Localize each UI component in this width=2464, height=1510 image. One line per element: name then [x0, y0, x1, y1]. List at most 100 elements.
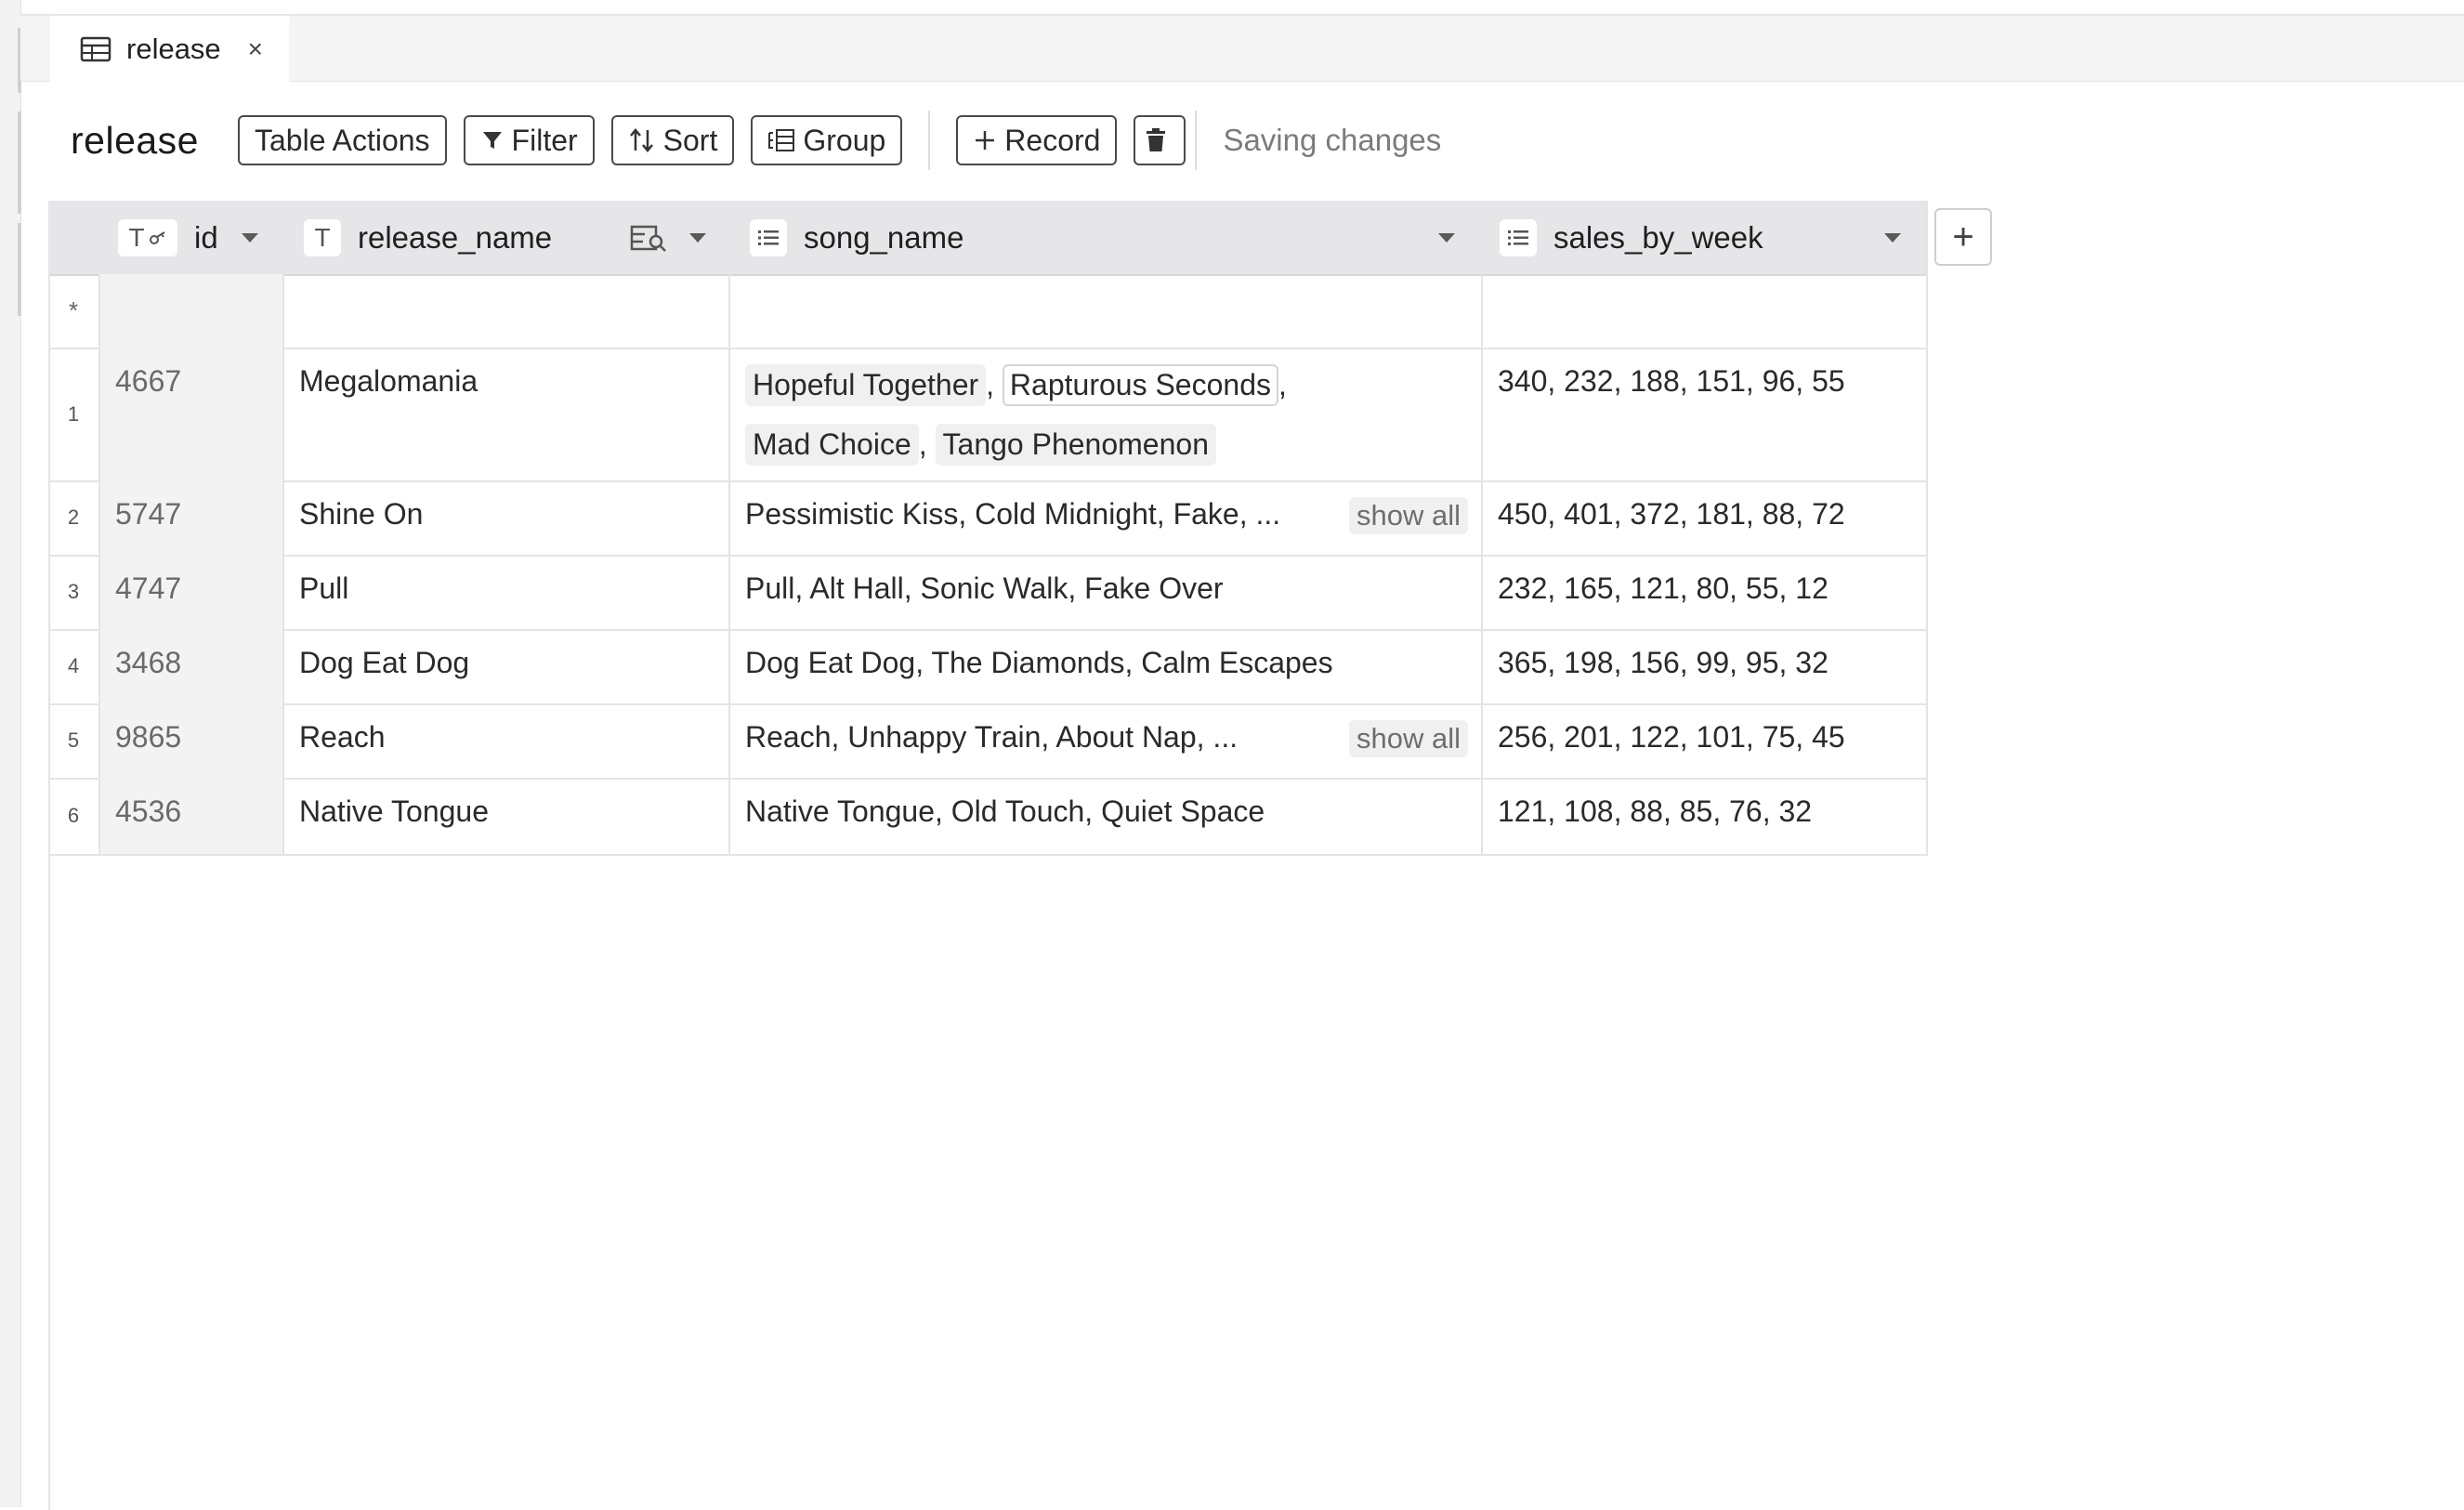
column-header-id[interactable]: T id [118, 201, 332, 274]
release-name-cell[interactable]: Dog Eat Dog [282, 629, 728, 703]
song-name-cell[interactable]: Hopeful Together, Rapturous Seconds, Mad… [728, 348, 1481, 480]
release-name-cell[interactable]: Reach [282, 703, 728, 778]
table-row[interactable]: 2 5747 Shine On Pessimistic Kiss, Cold M… [48, 480, 1928, 557]
release-name-cell[interactable]: Shine On [282, 480, 728, 555]
chevron-down-icon[interactable] [1438, 233, 1455, 243]
row-number: 1 [67, 401, 80, 426]
sales-cell[interactable]: 340, 232, 188, 151, 96, 55 [1481, 348, 1928, 480]
song-name-cell[interactable]: Dog Eat Dog, The Diamonds, Calm Escapes [728, 629, 1481, 703]
toolbar-divider [928, 111, 931, 170]
table-row[interactable]: 3 4747 Pull Pull, Alt Hall, Sonic Walk, … [48, 555, 1928, 631]
table-row[interactable]: 6 4536 Native Tongue Native Tongue, Old … [48, 778, 1928, 856]
table-row[interactable]: 5 9865 Reach Reach, Unhappy Train, About… [48, 703, 1928, 780]
key-icon [149, 230, 165, 244]
column-header-song-name[interactable]: song_name [750, 201, 1456, 274]
grid-right-border [1926, 201, 1928, 856]
list-tag[interactable]: Tango Phenomenon [935, 424, 1216, 466]
list-tag[interactable]: Hopeful Together [745, 364, 987, 406]
filter-button[interactable]: Filter [463, 115, 595, 165]
row-number: 4 [67, 654, 80, 677]
table-cell[interactable] [98, 274, 282, 348]
grid-left-border [48, 274, 50, 1510]
list-icon [750, 218, 787, 256]
id-cell[interactable]: 4667 [98, 348, 282, 480]
list-tag[interactable]: Rapturous Seconds [1002, 364, 1278, 406]
sales-cell[interactable]: 256, 201, 122, 101, 75, 45 [1481, 703, 1928, 778]
tag-separator: , [918, 427, 936, 461]
rail-handle [18, 112, 21, 214]
table-row[interactable]: 4 3468 Dog Eat Dog Dog Eat Dog, The Diam… [48, 629, 1928, 705]
column-name: song_name [804, 219, 964, 255]
sales-cell[interactable]: 365, 198, 156, 99, 95, 32 [1481, 629, 1928, 703]
table-row[interactable]: 1 4667 Megalomania Hopeful Together, Rap… [48, 348, 1928, 482]
tag-line: Mad Choice, Tango Phenomenon [745, 424, 1216, 466]
save-status: Saving changes [1223, 123, 1442, 157]
song-name-cell[interactable]: Pessimistic Kiss, Cold Midnight, Fake, .… [728, 480, 1481, 555]
record-label: Record [1004, 123, 1101, 157]
list-icon [1500, 218, 1537, 256]
column-name: release_name [358, 219, 553, 255]
new-record-row[interactable]: * [48, 274, 1928, 349]
trash-icon [1147, 128, 1166, 151]
group-label: Group [803, 123, 886, 157]
row-number: 2 [67, 506, 80, 529]
tab-bar: release × [20, 16, 2464, 82]
delete-button[interactable] [1134, 115, 1186, 165]
chevron-down-icon[interactable] [242, 233, 258, 243]
text-type-icon: T [304, 218, 341, 256]
close-icon[interactable]: × [248, 34, 263, 64]
column-name: sales_by_week [1553, 219, 1763, 255]
release-name-cell[interactable]: Native Tongue [282, 778, 728, 854]
new-row-marker: * [68, 296, 79, 324]
row-number: 3 [67, 580, 80, 603]
show-all-button[interactable]: show all [1349, 720, 1468, 757]
table-cell[interactable] [1481, 274, 1928, 348]
chevron-down-icon[interactable] [1884, 233, 1901, 243]
list-tag[interactable]: Mad Choice [745, 424, 919, 466]
id-cell[interactable]: 9865 [98, 703, 282, 778]
sales-cell[interactable]: 450, 401, 372, 181, 88, 72 [1481, 480, 1928, 555]
row-number: 5 [67, 729, 80, 752]
primary-key-text-icon: T [118, 218, 177, 256]
group-button[interactable]: Group [751, 115, 903, 165]
tag-separator: , [986, 368, 1003, 401]
filter-label: Filter [511, 123, 578, 157]
search-lookup-icon[interactable] [630, 223, 671, 255]
add-record-button[interactable]: Record [956, 115, 1118, 165]
tag-line: Hopeful Together, Rapturous Seconds, [745, 364, 1287, 406]
tab-release[interactable]: release × [50, 16, 289, 82]
release-name-cell[interactable]: Pull [282, 555, 728, 629]
song-name-cell[interactable]: Native Tongue, Old Touch, Quiet Space [728, 778, 1481, 854]
add-column-button[interactable]: + [1934, 208, 1992, 266]
toolbar-divider [1195, 111, 1198, 170]
sales-cell[interactable]: 121, 108, 88, 85, 76, 32 [1481, 778, 1928, 854]
release-name-cell[interactable]: Megalomania [282, 348, 728, 480]
plus-icon: + [1952, 216, 1974, 257]
grid-header: T id T release_name song_name sales_by_w… [48, 201, 1928, 276]
table-icon [80, 36, 111, 61]
filter-icon [482, 132, 502, 149]
sort-button[interactable]: Sort [610, 115, 735, 165]
row-number: 6 [67, 804, 80, 827]
page-title: release [71, 118, 199, 162]
table-actions-button[interactable]: Table Actions [237, 115, 447, 165]
column-header-release-name[interactable]: T release_name [304, 201, 657, 274]
column-header-sales-by-week[interactable]: sales_by_week [1500, 201, 1908, 274]
rail-handle [18, 223, 21, 316]
id-cell[interactable]: 5747 [98, 480, 282, 555]
table-cell[interactable] [728, 274, 1481, 348]
text-type-icon: T [128, 222, 145, 252]
table-cell[interactable] [282, 274, 728, 348]
toolbar: release Table Actions Filter Sort Group … [71, 111, 1442, 170]
id-cell[interactable]: 4536 [98, 778, 282, 854]
song-name-cell[interactable]: Reach, Unhappy Train, About Nap, ... sho… [728, 703, 1481, 778]
sales-cell[interactable]: 232, 165, 121, 80, 55, 12 [1481, 555, 1928, 629]
show-all-button[interactable]: show all [1349, 497, 1468, 534]
table-actions-label: Table Actions [254, 123, 430, 157]
id-cell[interactable]: 4747 [98, 555, 282, 629]
left-rail [0, 0, 21, 1507]
tag-separator: , [1278, 368, 1287, 401]
song-name-cell[interactable]: Pull, Alt Hall, Sonic Walk, Fake Over [728, 555, 1481, 629]
chevron-down-icon[interactable] [689, 233, 706, 243]
id-cell[interactable]: 3468 [98, 629, 282, 703]
